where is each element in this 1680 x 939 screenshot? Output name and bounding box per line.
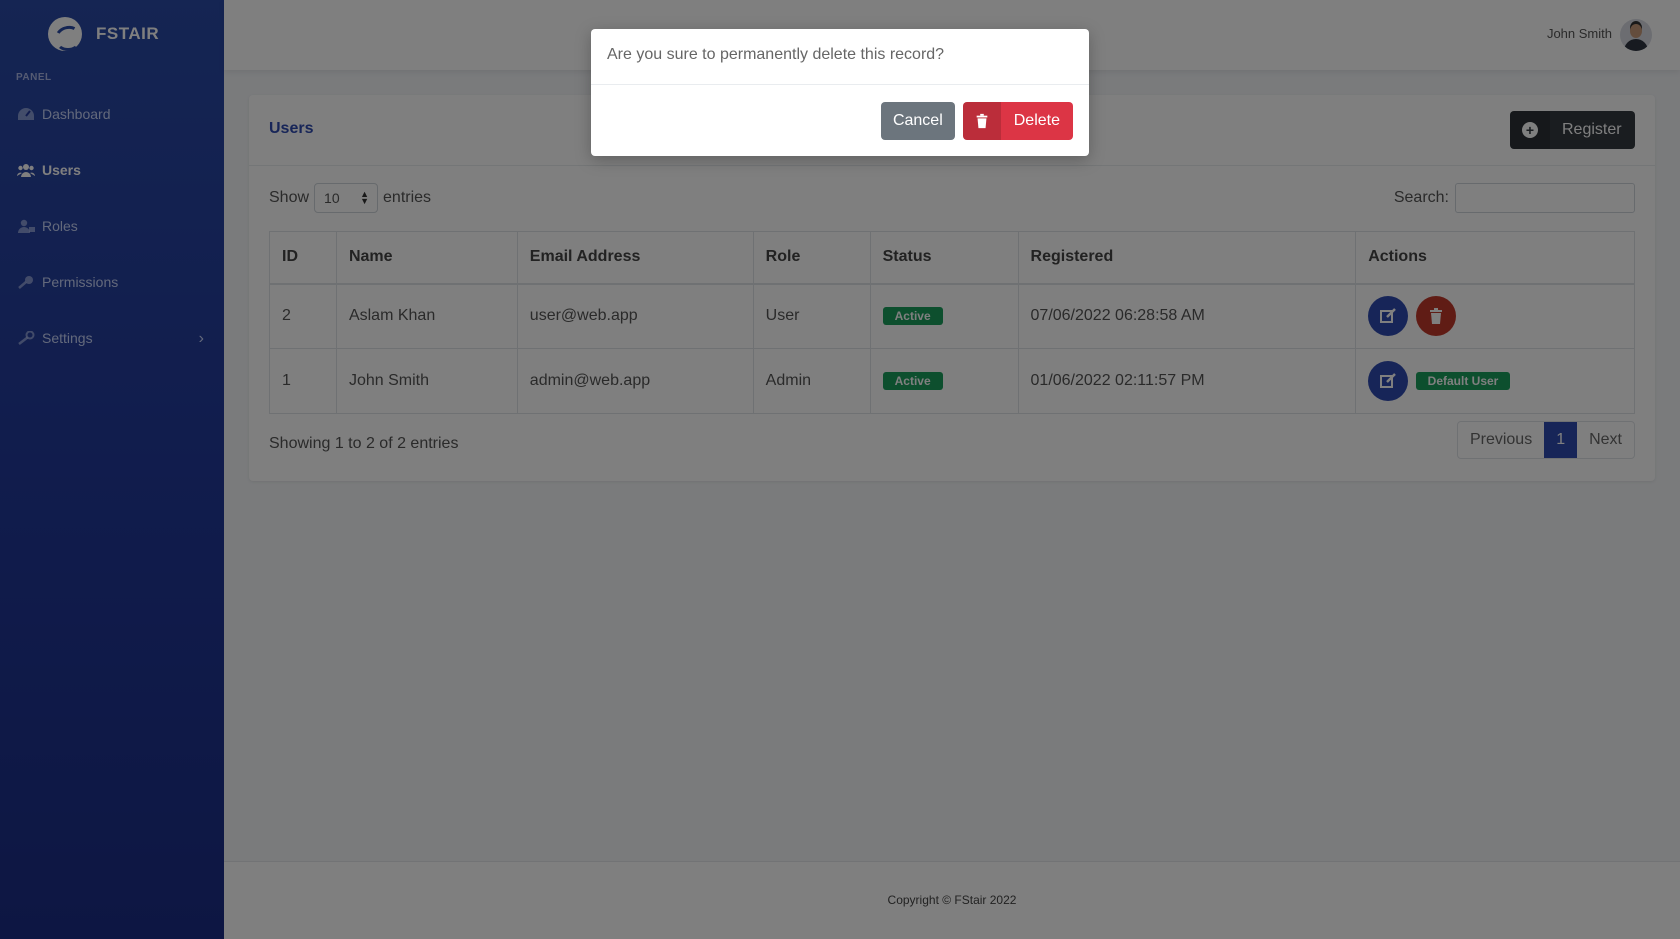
modal-message: Are you sure to permanently delete this …	[591, 29, 1089, 85]
modal-footer: Cancel Delete	[880, 102, 1073, 140]
trash-icon	[962, 102, 1001, 140]
confirm-delete-modal: Are you sure to permanently delete this …	[591, 29, 1089, 156]
cancel-button[interactable]: Cancel	[880, 102, 955, 140]
delete-label: Delete	[1013, 112, 1060, 129]
delete-confirm-button[interactable]: Delete	[962, 102, 1073, 140]
